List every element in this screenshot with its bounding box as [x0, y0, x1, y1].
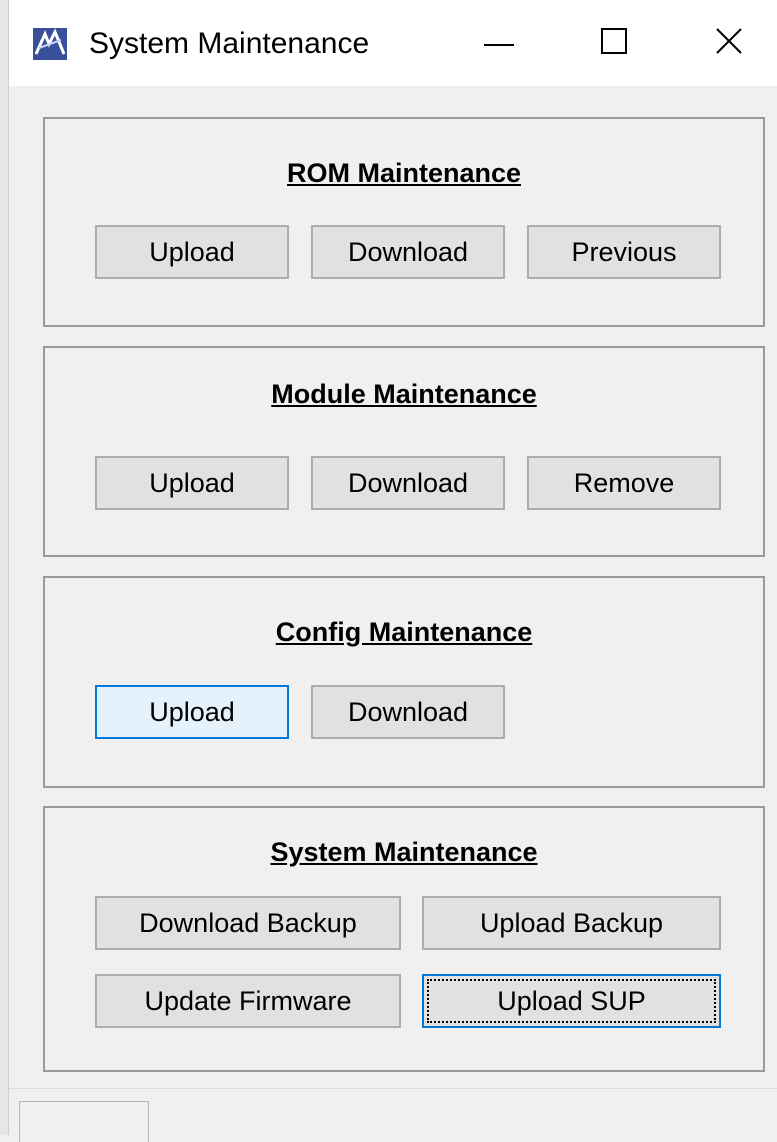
close-button[interactable]	[684, 0, 774, 86]
module-upload-button[interactable]: Upload	[95, 456, 289, 510]
module-download-button[interactable]: Download	[311, 456, 505, 510]
update-firmware-button[interactable]: Update Firmware	[95, 974, 401, 1028]
maximize-button[interactable]	[569, 0, 659, 86]
config-maintenance-title: Config Maintenance	[275, 617, 533, 647]
rom-maintenance-group: ROM Maintenance Upload Download Previous	[43, 117, 765, 327]
module-maintenance-title: Module Maintenance	[271, 379, 537, 409]
rom-maintenance-title: ROM Maintenance	[286, 158, 522, 188]
module-maintenance-group: Module Maintenance Upload Download Remov…	[43, 346, 765, 557]
close-icon	[715, 27, 743, 60]
rom-download-button[interactable]: Download	[311, 225, 505, 279]
system-maintenance-group: System Maintenance Download Backup Uploa…	[43, 806, 765, 1072]
config-download-button[interactable]: Download	[311, 685, 505, 739]
title-bar[interactable]: System Maintenance	[9, 0, 777, 86]
config-upload-button[interactable]: Upload	[95, 685, 289, 739]
upload-sup-button[interactable]: Upload SUP	[422, 974, 721, 1028]
system-maintenance-window: System Maintenance ROM Maintenance Uploa…	[9, 0, 777, 1142]
rom-previous-button[interactable]: Previous	[527, 225, 721, 279]
bottom-tab[interactable]	[19, 1101, 149, 1142]
background-window-edge	[0, 0, 9, 1135]
minimize-button[interactable]	[454, 0, 544, 86]
config-maintenance-group: Config Maintenance Upload Download	[43, 576, 765, 788]
download-backup-button[interactable]: Download Backup	[95, 896, 401, 950]
window-title: System Maintenance	[89, 27, 370, 60]
minimize-icon	[484, 34, 514, 52]
app-logo-icon	[33, 28, 67, 60]
focus-rectangle	[427, 979, 716, 1023]
rom-upload-button[interactable]: Upload	[95, 225, 289, 279]
upload-backup-button[interactable]: Upload Backup	[422, 896, 721, 950]
maximize-icon	[601, 27, 627, 59]
module-remove-button[interactable]: Remove	[527, 456, 721, 510]
system-maintenance-title: System Maintenance	[270, 837, 538, 867]
bottom-area	[9, 1088, 777, 1142]
